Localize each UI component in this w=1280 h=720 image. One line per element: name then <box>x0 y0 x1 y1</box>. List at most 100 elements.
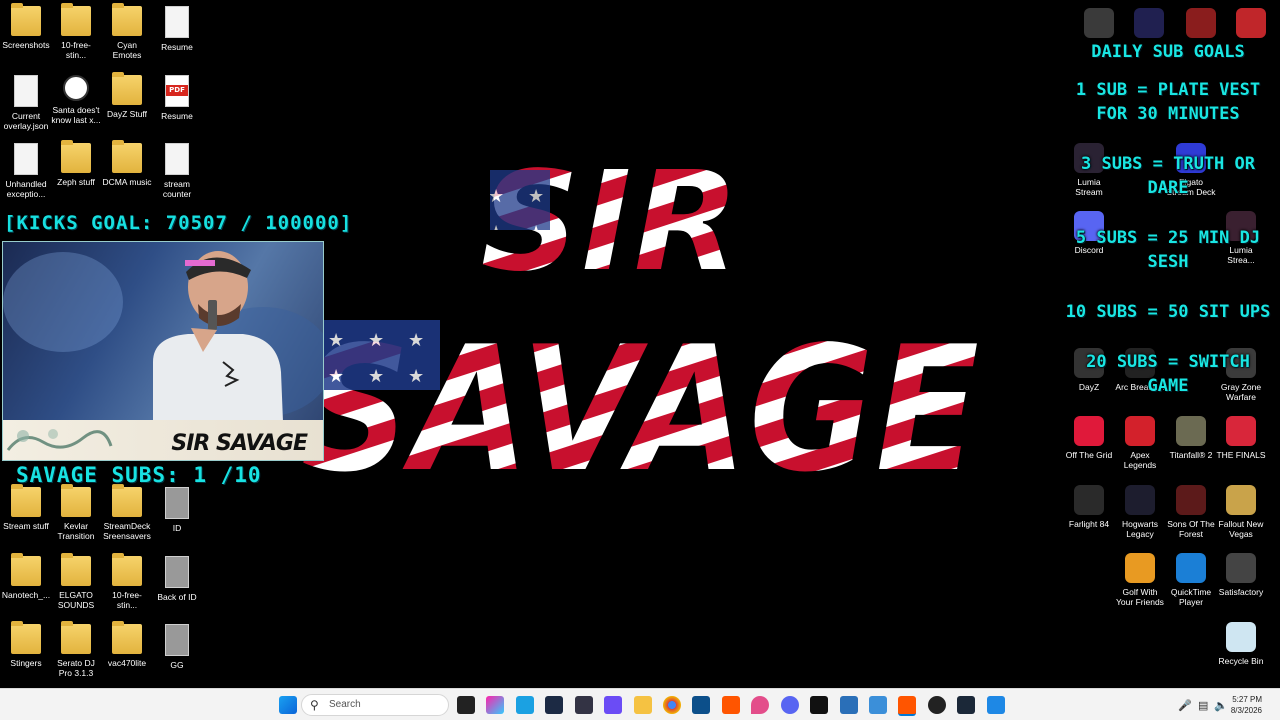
doc-icon <box>14 143 38 175</box>
microphone-icon[interactable]: 🎤 <box>1178 699 1192 712</box>
app-shortcut-icon[interactable] <box>1124 8 1174 42</box>
task-view-icon[interactable] <box>457 696 475 714</box>
streamer-figure <box>3 251 323 422</box>
desktop-icon-left[interactable]: ID <box>152 487 202 533</box>
desktop-icon-label: Kevlar Transition <box>57 521 95 541</box>
app-icon <box>1226 485 1256 515</box>
desktop-icon-left[interactable]: 10-free-stin... <box>102 553 152 610</box>
desktop-icon-label: ID <box>172 523 182 533</box>
desktop-icon-left[interactable]: Santa does't know last x... <box>51 75 101 125</box>
desktop-icon-left[interactable]: GG <box>152 624 202 670</box>
desktop-icon-label: Sons Of The Forest <box>1167 519 1215 539</box>
desktop-icon-left[interactable]: Screenshots <box>1 3 51 50</box>
desktop-icon-right[interactable]: Satisfactory <box>1216 553 1266 597</box>
desktop-icon-left[interactable]: Zeph stuff <box>51 140 101 187</box>
chrome-icon[interactable] <box>663 696 681 714</box>
desktop-icon-right[interactable]: Off The Grid <box>1064 416 1114 460</box>
app-icon-6[interactable] <box>987 696 1005 714</box>
desktop-icon-right[interactable]: QuickTime Player <box>1166 553 1216 607</box>
app-shortcut-icon[interactable] <box>1176 8 1226 42</box>
desktop: ★ SIR SAVAGE Screenshots10-free-stin...C… <box>0 0 1280 688</box>
desktop-icon-left[interactable]: StreamDeck Sreensavers <box>102 484 152 541</box>
soundcloud-icon[interactable] <box>722 696 740 714</box>
desktop-icon-left[interactable]: Serato DJ Pro 3.1.3 <box>51 621 101 678</box>
app-icon-2[interactable] <box>575 696 593 714</box>
image-icon <box>165 556 189 588</box>
desktop-icon-left[interactable]: Stream stuff <box>1 484 51 531</box>
copilot-icon[interactable] <box>486 696 504 714</box>
capcut-icon[interactable] <box>810 696 828 714</box>
app-icon <box>1134 8 1164 38</box>
desktop-icon-right[interactable]: Farlight 84 <box>1064 485 1114 529</box>
clock-date: 8/3/2026 <box>1230 706 1262 715</box>
desktop-icon-left[interactable]: Resume <box>152 6 202 52</box>
app-icon-5[interactable] <box>840 696 858 714</box>
sub-goals-overlay: DAILY SUB GOALS 1 SUB = PLATE VEST FOR 3… <box>1062 40 1274 398</box>
desktop-icon-left[interactable]: stream counter <box>152 143 202 199</box>
folder-icon <box>112 72 142 105</box>
desktop-icon-right[interactable]: Recycle Bin <box>1216 622 1266 666</box>
desktop-icon-right[interactable]: Titanfall® 2 <box>1166 416 1216 460</box>
app-icon <box>1176 553 1206 583</box>
desktop-icon-right[interactable]: THE FINALS <box>1216 416 1266 460</box>
desktop-icon-right[interactable]: Hogwarts Legacy <box>1115 485 1165 539</box>
discord-icon[interactable] <box>781 696 799 714</box>
desktop-icon-left[interactable]: ELGATO SOUNDS <box>51 553 101 610</box>
desktop-icon-label: Serato DJ Pro 3.1.3 <box>57 658 95 678</box>
taskbar-clock[interactable]: 5:27 PM 8/3/2026 <box>1231 694 1262 716</box>
app-icon-1[interactable] <box>545 696 563 714</box>
app-icon-4[interactable] <box>692 696 710 714</box>
desktop-icon-label: Farlight 84 <box>1068 519 1110 529</box>
file-explorer-icon[interactable] <box>634 696 652 714</box>
desktop-icon-left[interactable]: Kevlar Transition <box>51 484 101 541</box>
desktop-icon[interactable] <box>516 696 534 714</box>
app-shortcut-icon[interactable] <box>1226 8 1276 42</box>
desktop-icon-label: Unhandled exceptio... <box>5 179 47 199</box>
app-shortcut-icon[interactable] <box>1074 8 1124 42</box>
desktop-icon-label: Fallout New Vegas <box>1218 519 1264 539</box>
desktop-icon-left[interactable]: Unhandled exceptio... <box>1 143 51 199</box>
desktop-icon-left[interactable]: Current overlay.json <box>1 75 51 131</box>
webcam-frame: SIR SAVAGE <box>2 241 324 461</box>
desktop-icon-label: Satisfactory <box>1218 587 1264 597</box>
volume-icon[interactable]: 🔈 <box>1214 699 1228 712</box>
app-icon <box>1176 485 1206 515</box>
desktop-icon-label: GG <box>170 660 184 670</box>
desktop-icon-right[interactable]: Apex Legends <box>1115 416 1165 470</box>
desktop-icon-left[interactable]: Back of ID <box>152 556 202 602</box>
subs-counter: SAVAGE SUBS: 1 /10 <box>16 463 262 487</box>
app-icon-3[interactable] <box>604 696 622 714</box>
clock-time: 5:27 PM <box>1232 695 1262 704</box>
desktop-icon-left[interactable]: PDF Resume <box>152 75 202 121</box>
desktop-icon-left[interactable]: Nanotech_... <box>1 553 51 600</box>
desktop-icon-right[interactable]: Sons Of The Forest <box>1166 485 1216 539</box>
desktop-icon-left[interactable]: DayZ Stuff <box>102 72 152 119</box>
start-button[interactable] <box>279 696 297 714</box>
goal-4: 10 SUBS = 50 SIT UPS <box>1065 302 1271 322</box>
desktop-icon-left[interactable]: Stingers <box>1 621 51 668</box>
desktop-icon-left[interactable]: vac470lite <box>102 621 152 668</box>
maps-pin-icon[interactable] <box>751 696 769 714</box>
desktop-icon-label: stream counter <box>162 179 192 199</box>
desktop-icon-left[interactable]: 10-free-stin... <box>51 3 101 60</box>
taskbar-search[interactable]: ⚲ Search <box>301 694 449 716</box>
image-icon <box>165 487 189 519</box>
doc-icon <box>165 143 189 175</box>
desktop-icon-left[interactable]: Cyan Emotes <box>102 3 152 60</box>
app-icon <box>1186 8 1216 38</box>
steam-icon[interactable] <box>957 696 975 714</box>
notepad-icon[interactable] <box>869 696 887 714</box>
folder-icon <box>11 3 41 36</box>
folder-icon <box>112 484 142 517</box>
obs-icon[interactable] <box>928 696 946 714</box>
network-icon[interactable]: ▤ <box>1198 699 1208 712</box>
desktop-icon-label: Titanfall® 2 <box>1169 450 1213 460</box>
desktop-icon-right[interactable]: Golf With Your Friends <box>1115 553 1165 607</box>
folder-icon <box>112 621 142 654</box>
desktop-icon-right[interactable]: Fallout New Vegas <box>1216 485 1266 539</box>
soundcloud-icon-2[interactable] <box>898 696 916 716</box>
folder-icon <box>112 140 142 173</box>
folder-icon <box>112 553 142 586</box>
taskbar: ⚲ Search 🎤 ▤ 🔈 5:27 PM 8/3/2026 <box>0 688 1280 720</box>
desktop-icon-left[interactable]: DCMA music <box>102 140 152 187</box>
